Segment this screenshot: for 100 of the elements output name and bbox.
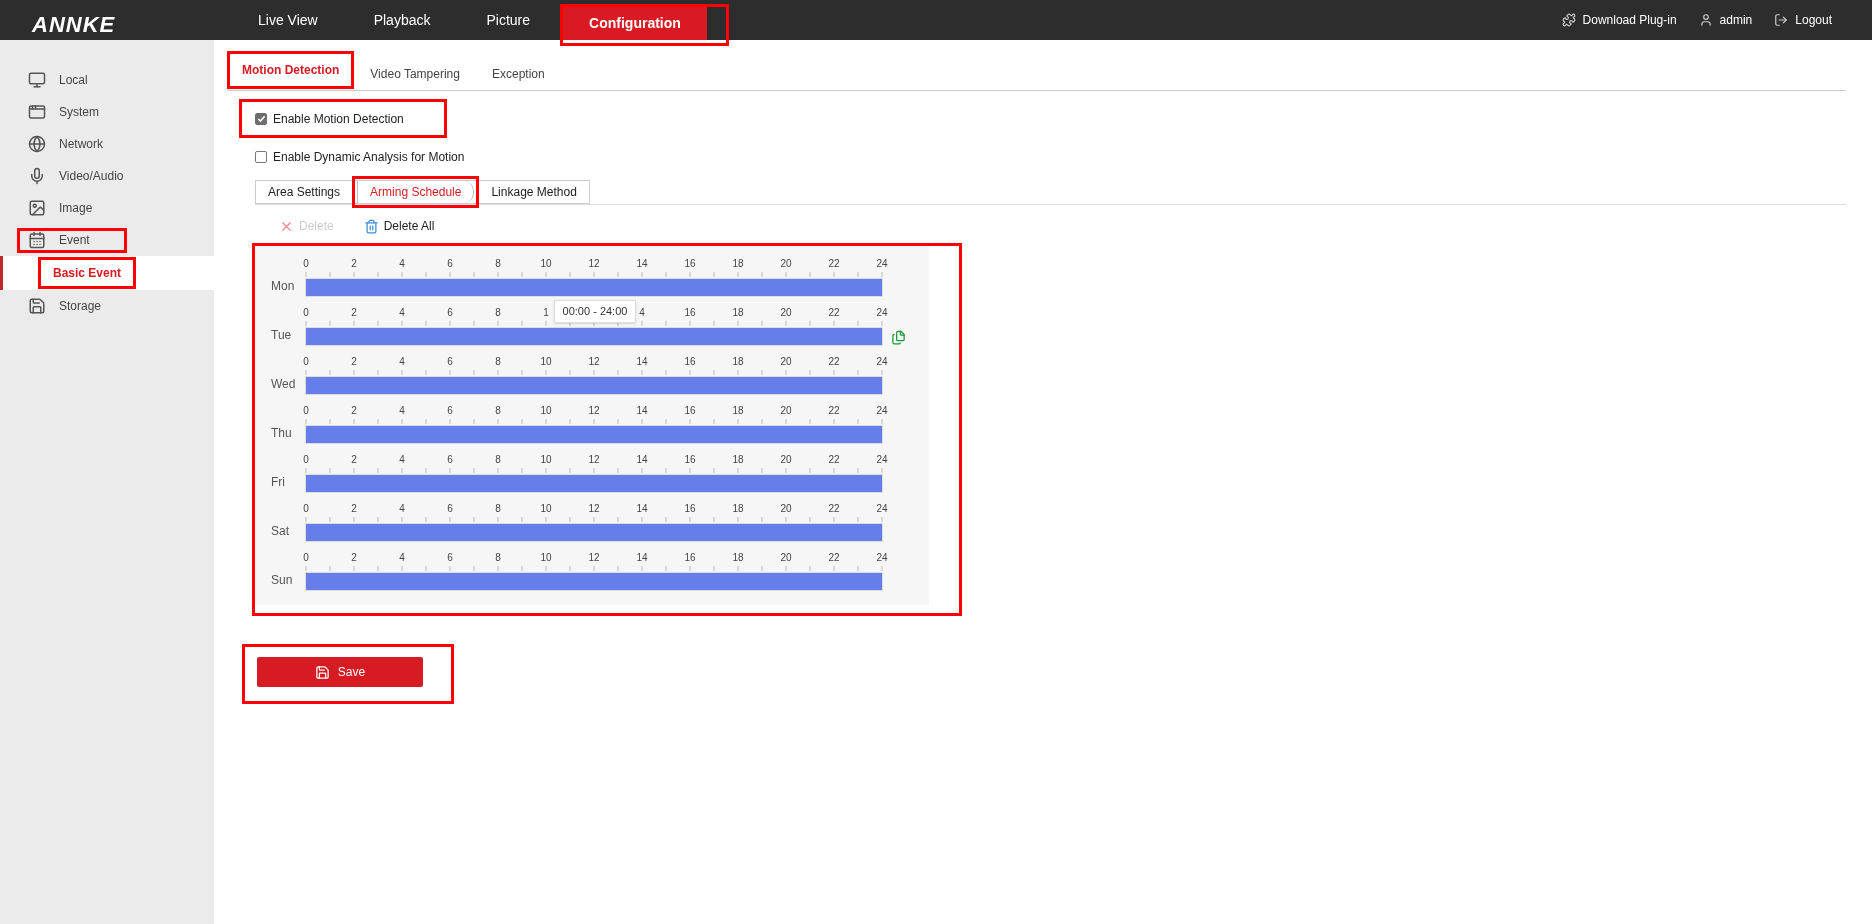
schedule-bar[interactable] xyxy=(305,425,883,444)
hour-label: 22 xyxy=(828,503,840,515)
hour-label: 18 xyxy=(732,307,744,319)
time-tooltip: 00:00 - 24:00 xyxy=(554,300,636,323)
hour-label: 8 xyxy=(495,307,501,319)
hour-label: 8 xyxy=(495,454,501,466)
hour-label: 4 xyxy=(399,356,405,368)
schedule-bar[interactable] xyxy=(305,376,883,395)
hour-label: 22 xyxy=(828,552,840,564)
copy-icon[interactable] xyxy=(891,330,906,345)
hour-label: 4 xyxy=(399,405,405,417)
hour-label: 22 xyxy=(828,454,840,466)
hour-label: 20 xyxy=(780,356,792,368)
nav-tab[interactable]: Picture xyxy=(460,0,557,40)
sidebar-item[interactable]: Image xyxy=(59,199,93,217)
hour-label: 8 xyxy=(495,552,501,564)
hour-label: 6 xyxy=(447,258,453,270)
nav-tab[interactable]: Playback xyxy=(347,0,457,40)
hour-label: 4 xyxy=(399,503,405,515)
hour-label: 12 xyxy=(588,258,600,270)
hour-label: 24 xyxy=(876,454,888,466)
hour-label: 18 xyxy=(732,454,744,466)
puzzle-icon xyxy=(1561,13,1576,27)
checkbox[interactable] xyxy=(255,112,267,125)
hour-label: 12 xyxy=(588,552,600,564)
hour-label: 2 xyxy=(351,405,357,417)
globe-icon xyxy=(28,135,46,153)
schedule-bar[interactable] xyxy=(305,572,883,591)
hour-label: 16 xyxy=(684,552,696,564)
hour-label: 12 xyxy=(588,356,600,368)
checkbox-label: Enable Dynamic Analysis for Motion xyxy=(273,149,465,166)
checkbox-label: Enable Motion Detection xyxy=(273,110,404,128)
checkbox[interactable] xyxy=(255,151,267,163)
tab[interactable]: Video Tampering xyxy=(354,58,476,90)
hour-label: 18 xyxy=(732,552,744,564)
hour-label: 4 xyxy=(399,258,405,270)
step-tab[interactable]: Arming Schedule xyxy=(357,181,475,203)
schedule-bar[interactable] xyxy=(305,327,883,346)
day-label: Sat xyxy=(270,523,290,540)
header-link[interactable]: Logout xyxy=(1795,11,1832,29)
hour-label: 24 xyxy=(876,552,888,564)
hour-label: 10 xyxy=(540,356,552,368)
nav-tab[interactable]: Live View xyxy=(232,0,344,40)
hour-label: 16 xyxy=(684,454,696,466)
toolbar-button[interactable]: Delete All xyxy=(383,217,435,235)
header-link[interactable]: admin xyxy=(1719,11,1753,29)
hour-label: 16 xyxy=(684,258,696,270)
trash-icon xyxy=(363,218,379,234)
hour-label: 6 xyxy=(447,356,453,368)
hour-label: 8 xyxy=(495,503,501,515)
hour-label: 22 xyxy=(828,307,840,319)
step-tab[interactable]: Linkage Method xyxy=(479,181,589,203)
hour-label: 10 xyxy=(540,405,552,417)
hour-label: 10 xyxy=(540,503,552,515)
tab[interactable]: Exception xyxy=(475,58,561,90)
hour-label: 18 xyxy=(732,503,744,515)
hour-label: 6 xyxy=(447,405,453,417)
schedule-bar[interactable] xyxy=(305,474,883,493)
hour-label: 6 xyxy=(447,454,453,466)
sidebar-item[interactable]: System xyxy=(59,103,99,121)
hour-label: 0 xyxy=(303,552,309,564)
sidebar-item[interactable]: Storage xyxy=(59,297,102,315)
sidebar-item[interactable]: Event xyxy=(59,231,90,249)
hour-label: 18 xyxy=(732,356,744,368)
day-label: Thu xyxy=(270,425,293,442)
schedule-bar[interactable] xyxy=(305,278,883,297)
hour-label: 0 xyxy=(303,454,309,466)
hour-label: 18 xyxy=(732,258,744,270)
logout-icon xyxy=(1774,13,1789,27)
hour-label: 16 xyxy=(684,307,696,319)
microphone-icon xyxy=(28,167,46,185)
sidebar-subitem[interactable]: Basic Event xyxy=(53,264,122,282)
window-icon xyxy=(28,103,46,121)
hour-label: 14 xyxy=(636,258,648,270)
day-label: Tue xyxy=(270,327,293,344)
hour-label: 8 xyxy=(495,405,501,417)
tab[interactable]: Motion Detection xyxy=(230,54,352,86)
step-tab[interactable]: Area Settings xyxy=(256,181,353,203)
hour-label: 24 xyxy=(876,356,888,368)
hour-label: 10 xyxy=(540,454,552,466)
hour-label: 4 xyxy=(399,552,405,564)
schedule-bar[interactable] xyxy=(305,523,883,542)
nav-tab[interactable]: Configuration xyxy=(563,7,707,40)
hour-label: 6 xyxy=(447,552,453,564)
hour-label: 12 xyxy=(588,405,600,417)
sidebar-item[interactable]: Network xyxy=(59,135,103,153)
hour-label: 4 xyxy=(399,454,405,466)
hour-label: 16 xyxy=(684,405,696,417)
hour-label: 16 xyxy=(684,356,696,368)
hour-label: 2 xyxy=(351,307,357,319)
header-link[interactable]: Download Plug-in xyxy=(1582,11,1677,29)
sidebar-item[interactable]: Local xyxy=(59,71,88,89)
day-label: Mon xyxy=(270,278,296,295)
hour-label: 2 xyxy=(351,503,357,515)
save-button[interactable]: Save xyxy=(257,657,423,687)
hour-label: 0 xyxy=(303,405,309,417)
hour-label: 2 xyxy=(351,356,357,368)
hour-label: 12 xyxy=(588,503,600,515)
sidebar-item[interactable]: Video/Audio xyxy=(59,167,124,185)
hour-label: 22 xyxy=(828,258,840,270)
